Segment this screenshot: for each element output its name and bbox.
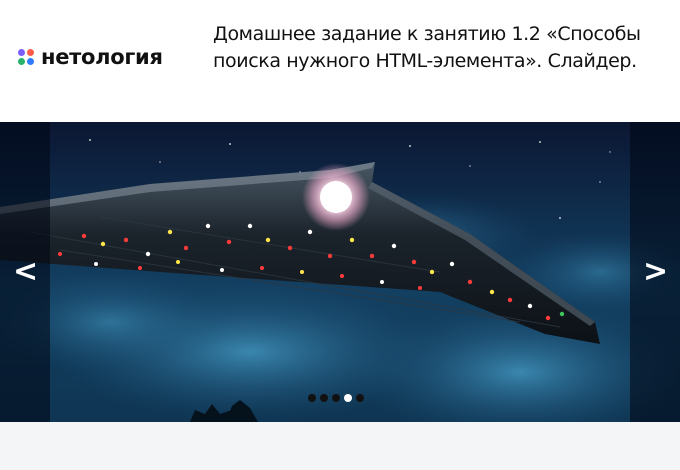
- netology-logo[interactable]: нетология: [18, 47, 163, 68]
- slide-image: [0, 122, 680, 422]
- logo-text: нетология: [41, 45, 163, 69]
- next-arrow-button[interactable]: >: [643, 257, 668, 287]
- slide-dot-3[interactable]: [332, 394, 340, 402]
- slide-dot-5[interactable]: [356, 394, 364, 402]
- slide-dot-1[interactable]: [308, 394, 316, 402]
- logo-dots-icon: [18, 49, 35, 66]
- page-footer-area: [0, 422, 680, 470]
- slide-dot-2[interactable]: [320, 394, 328, 402]
- image-slider: < >: [0, 122, 680, 422]
- slide-dot-4-active[interactable]: [344, 394, 352, 402]
- slider-pagination: [308, 394, 364, 402]
- page-header: нетология Домашнее задание к занятию 1.2…: [0, 0, 680, 122]
- page-title: Домашнее задание к занятию 1.2 «Способы …: [213, 23, 641, 72]
- prev-arrow-button[interactable]: <: [13, 257, 38, 287]
